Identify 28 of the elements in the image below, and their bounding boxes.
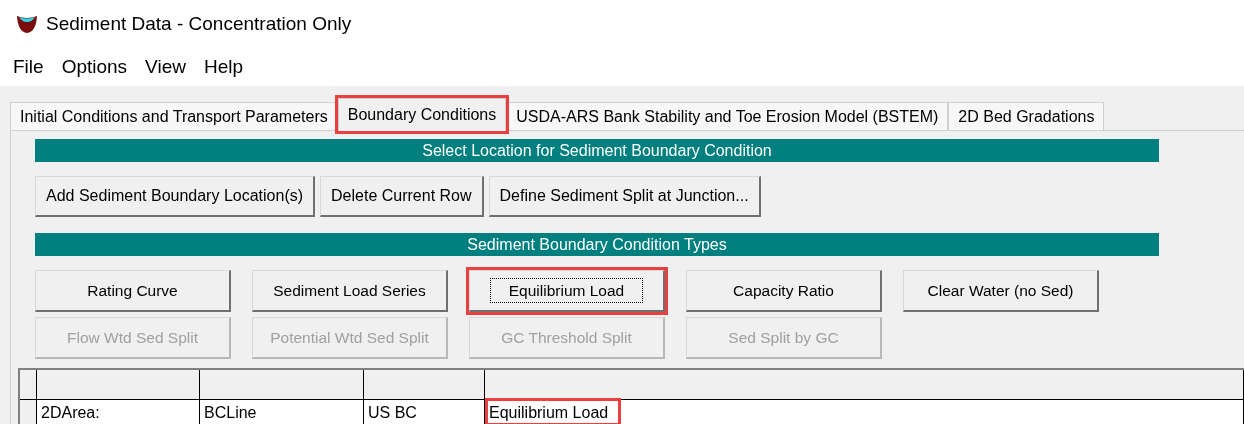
table-cell: 2DArea:: [37, 400, 200, 424]
condition-type-button[interactable]: Equilibrium Load: [469, 270, 665, 312]
section-header: Select Location for Sediment Boundary Condition: [35, 139, 1159, 162]
table-cell: BCLine: [200, 400, 364, 424]
condition-type-button[interactable]: Clear Water (no Sed): [903, 270, 1099, 312]
column-header-cell[interactable]: [364, 370, 485, 400]
row-header-cell[interactable]: [20, 400, 37, 424]
section-header: Sediment Boundary Condition Types: [35, 233, 1159, 256]
window-title: Sediment Data - Concentration Only: [46, 11, 352, 36]
column-header-cell[interactable]: [200, 370, 364, 400]
menu-item[interactable]: View: [145, 52, 186, 82]
app-logo-icon: [16, 14, 38, 34]
condition-type-button[interactable]: Sediment Load Series: [252, 270, 448, 312]
action-button[interactable]: Delete Current Row: [320, 176, 484, 217]
menu-item[interactable]: Help: [203, 52, 244, 82]
column-header-cell[interactable]: [37, 370, 200, 400]
tab[interactable]: Boundary Conditions: [337, 98, 507, 131]
tab[interactable]: Initial Conditions and Transport Parameters: [10, 102, 338, 130]
menu-item[interactable]: Options: [61, 52, 128, 82]
action-button[interactable]: Define Sediment Split at Junction...: [488, 176, 761, 217]
tab[interactable]: USDA-ARS Bank Stability and Toe Erosion Model (BSTEM): [506, 102, 949, 130]
menu-item[interactable]: File: [13, 52, 44, 82]
tab[interactable]: 2D Bed Gradations: [948, 102, 1105, 130]
action-button[interactable]: Add Sediment Boundary Location(s): [35, 176, 316, 217]
table-cell: US BC: [364, 400, 485, 424]
condition-type-button[interactable]: Rating Curve: [35, 270, 231, 312]
condition-type-button[interactable]: Capacity Ratio: [686, 270, 882, 312]
table-cell: Equilibrium Load: [485, 400, 1244, 424]
